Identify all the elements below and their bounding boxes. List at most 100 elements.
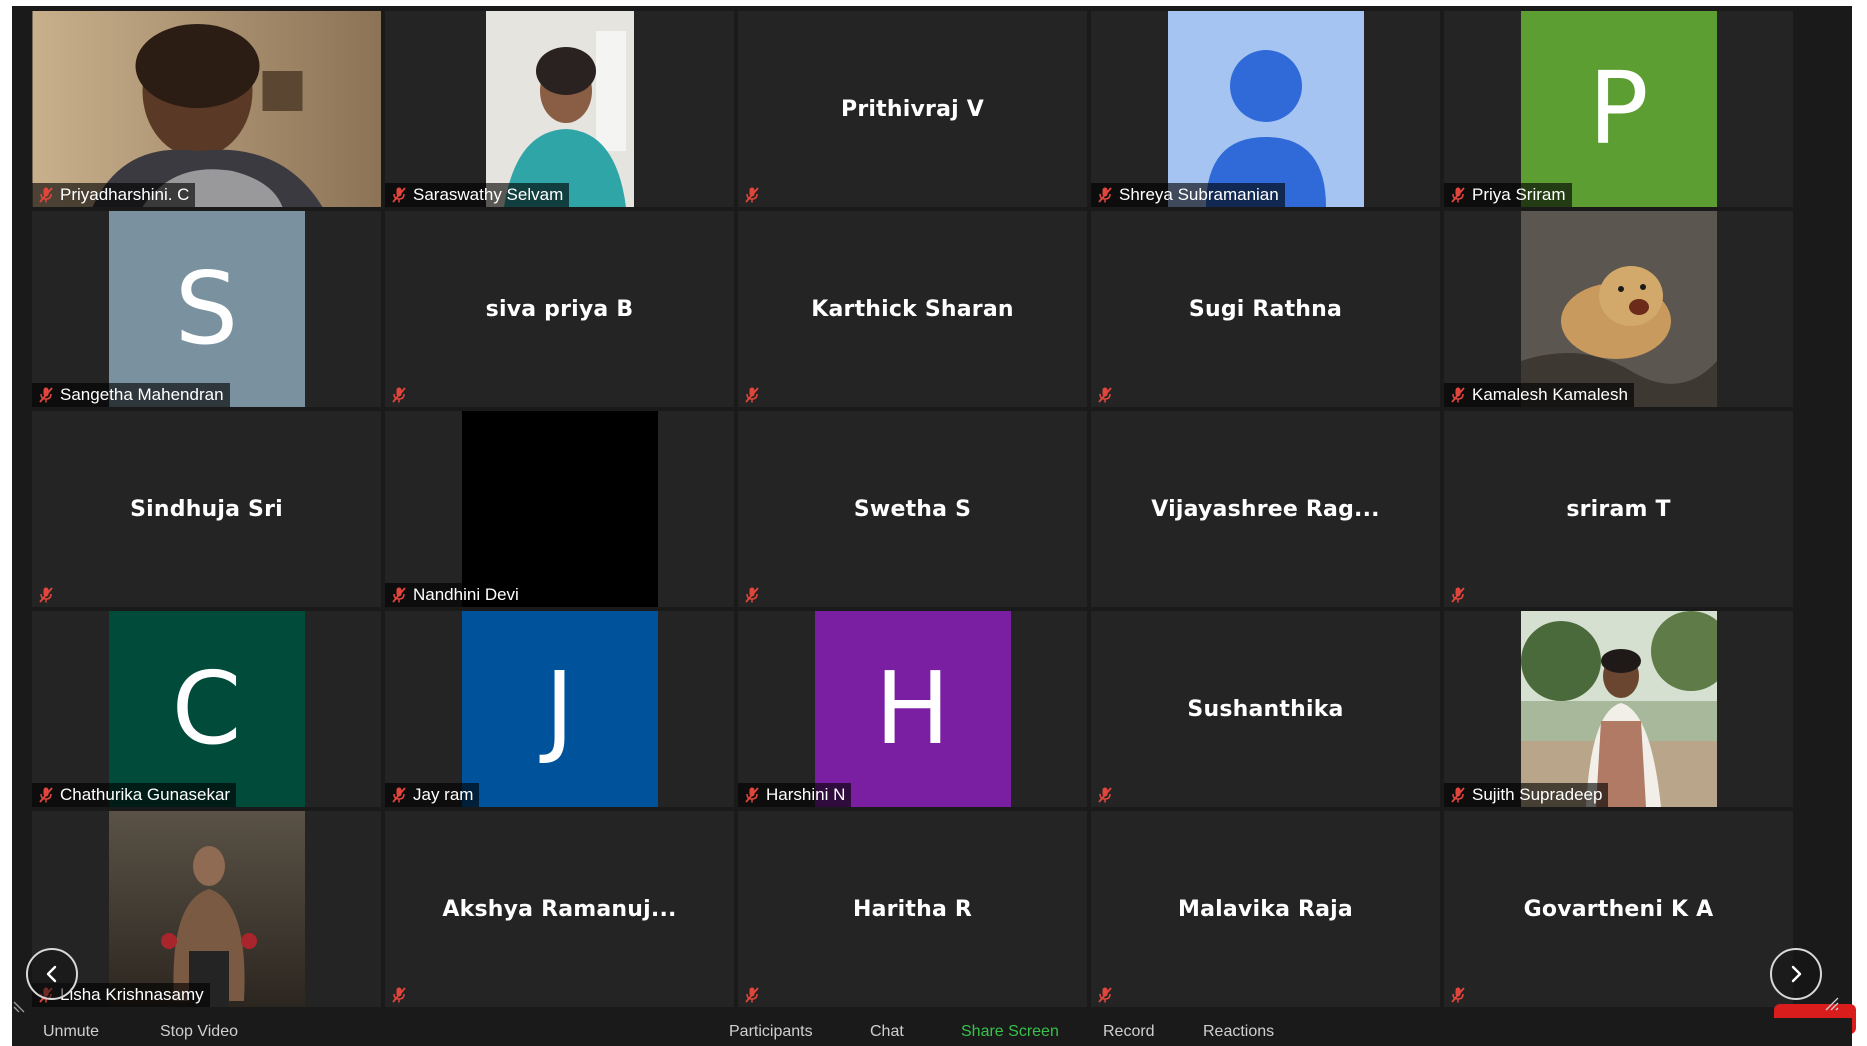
next-page-button[interactable] (1770, 948, 1822, 1000)
participant-tile-jay-ram[interactable]: J Jay ram (385, 611, 734, 807)
muted-mic-icon (1451, 187, 1465, 203)
participant-name-label: Jay ram (413, 785, 474, 804)
stop-video-button[interactable]: Stop Video (160, 1023, 238, 1041)
participant-name-tag (1091, 983, 1119, 1007)
participant-display-name: Sushanthika (1187, 696, 1344, 722)
participant-tile-priyadharshini-c[interactable]: Priyadharshini. C (32, 11, 381, 207)
participant-name-tag (1444, 583, 1472, 607)
participant-name-label: Nandhini Devi (413, 585, 519, 604)
participant-display-name: Sugi Rathna (1188, 296, 1343, 322)
muted-mic-icon (745, 587, 759, 603)
video-feed (485, 11, 634, 207)
chevron-left-icon (46, 965, 57, 983)
share-screen-button[interactable]: Share Screen (961, 1023, 1059, 1041)
participant-tile-sriram-t[interactable]: sriram T (1444, 411, 1793, 607)
participant-tile-siva-priya-b[interactable]: siva priya B (385, 211, 734, 407)
muted-mic-icon (1098, 187, 1112, 203)
participant-tile-sujith-supradeep[interactable]: Sujith Supradeep (1444, 611, 1793, 807)
meeting-toolbar: Unmute Stop Video Participants Chat Shar… (12, 1018, 1852, 1046)
participant-name-tag: Kamalesh Kamalesh (1444, 383, 1634, 407)
muted-mic-icon (1098, 987, 1112, 1003)
participant-name-tag (1091, 783, 1119, 807)
participant-display-name: Malavika Raja (1178, 896, 1353, 922)
participant-name-tag (385, 383, 413, 407)
participant-tile-sindhuja-sri[interactable]: Sindhuja Sri (32, 411, 381, 607)
participant-name-tag: Harshini N (738, 783, 852, 807)
participant-tile-sushanthika[interactable]: Sushanthika (1091, 611, 1440, 807)
participant-tile-shreya-subramanian[interactable]: Shreya Subramanian (1091, 11, 1440, 207)
participant-tile-malavika-raja[interactable]: Malavika Raja (1091, 811, 1440, 1007)
muted-mic-icon (745, 387, 759, 403)
participant-tile-lisha-krishnasamy[interactable]: Lisha Krishnasamy (32, 811, 381, 1007)
participant-tile-sugi-rathna[interactable]: Sugi Rathna (1091, 211, 1440, 407)
participant-tile-sangetha-mahendran[interactable]: S Sangetha Mahendran (32, 211, 381, 407)
muted-mic-icon (392, 387, 406, 403)
participant-name-tag (738, 383, 766, 407)
letter-avatar: S (108, 211, 305, 407)
participant-tile-karthick-sharan[interactable]: Karthick Sharan (738, 211, 1087, 407)
gallery-grid: Priyadharshini. C Saraswathy Selvam Prithi… (32, 11, 1793, 1007)
participant-tile-chathurika-gunasekar[interactable]: C Chathurika Gunasekar (32, 611, 381, 807)
participants-button[interactable]: Participants (729, 1023, 813, 1041)
participant-name-tag: Sangetha Mahendran (32, 383, 230, 407)
participant-display-name: Sindhuja Sri (130, 496, 283, 522)
participant-name-tag: Chathurika Gunasekar (32, 783, 237, 807)
muted-mic-icon (1451, 987, 1465, 1003)
record-button[interactable]: Record (1103, 1023, 1155, 1041)
muted-mic-icon (745, 187, 759, 203)
video-feed (461, 411, 658, 607)
resize-grip-icon (13, 1001, 25, 1013)
chevron-right-icon (1791, 965, 1802, 983)
participant-tile-harshini-n[interactable]: H Harshini N (738, 611, 1087, 807)
participant-name-tag (738, 183, 766, 207)
muted-mic-icon (39, 387, 53, 403)
muted-mic-icon (39, 787, 53, 803)
participant-name-tag (32, 583, 60, 607)
participant-tile-kamalesh-kamalesh[interactable]: Kamalesh Kamalesh (1444, 211, 1793, 407)
participant-display-name: Swetha S (853, 496, 972, 522)
participant-name-tag (738, 583, 766, 607)
video-feed (108, 811, 305, 1007)
participant-tile-priya-sriram[interactable]: P Priya Sriram (1444, 11, 1793, 207)
participant-display-name: Karthick Sharan (811, 296, 1014, 322)
participant-tile-vijayashree-rag[interactable]: Vijayashree Rag... (1091, 411, 1440, 607)
participant-name-label: Priya Sriram (1472, 185, 1566, 204)
reactions-button[interactable]: Reactions (1203, 1023, 1274, 1041)
participant-tile-haritha-r[interactable]: Haritha R (738, 811, 1087, 1007)
participant-name-tag: Nandhini Devi (385, 583, 525, 607)
participant-tile-saraswathy-selvam[interactable]: Saraswathy Selvam (385, 11, 734, 207)
participant-name-tag (385, 983, 413, 1007)
muted-mic-icon (392, 587, 406, 603)
unmute-button[interactable]: Unmute (43, 1023, 99, 1041)
participant-tile-akshya-ramanuj[interactable]: Akshya Ramanuj... (385, 811, 734, 1007)
letter-avatar: C (108, 611, 305, 807)
letter-avatar: P (1520, 11, 1717, 207)
participant-tile-swetha-s[interactable]: Swetha S (738, 411, 1087, 607)
participant-display-name: Haritha R (852, 896, 973, 922)
resize-handle-icon[interactable] (1824, 996, 1840, 1012)
muted-mic-icon (1451, 787, 1465, 803)
participant-tile-prithivraj-v[interactable]: Prithivraj V (738, 11, 1087, 207)
participant-name-label: Sangetha Mahendran (60, 385, 224, 404)
participant-name-tag (1091, 383, 1119, 407)
participant-display-name: Govartheni K A (1523, 896, 1714, 922)
participant-name-label: Saraswathy Selvam (413, 185, 564, 204)
muted-mic-icon (392, 987, 406, 1003)
participant-display-name: Prithivraj V (841, 96, 984, 122)
video-feed (1520, 211, 1717, 407)
participant-tile-nandhini-devi[interactable]: Nandhini Devi (385, 411, 734, 607)
participant-tile-govartheni-k-a[interactable]: Govartheni K A (1444, 811, 1793, 1007)
participant-name-tag: Jay ram (385, 783, 480, 807)
muted-mic-icon (1098, 387, 1112, 403)
chat-button[interactable]: Chat (870, 1023, 904, 1041)
participant-name-label: Priyadharshini. C (60, 185, 190, 204)
muted-mic-icon (392, 787, 406, 803)
muted-mic-icon (392, 187, 406, 203)
default-avatar (1167, 11, 1364, 207)
muted-mic-icon (1098, 787, 1112, 803)
previous-page-button[interactable] (26, 948, 78, 1000)
participant-name-tag: Sujith Supradeep (1444, 783, 1609, 807)
participant-name-tag (1091, 583, 1103, 607)
letter-avatar: J (461, 611, 658, 807)
participant-display-name: siva priya B (485, 296, 634, 322)
